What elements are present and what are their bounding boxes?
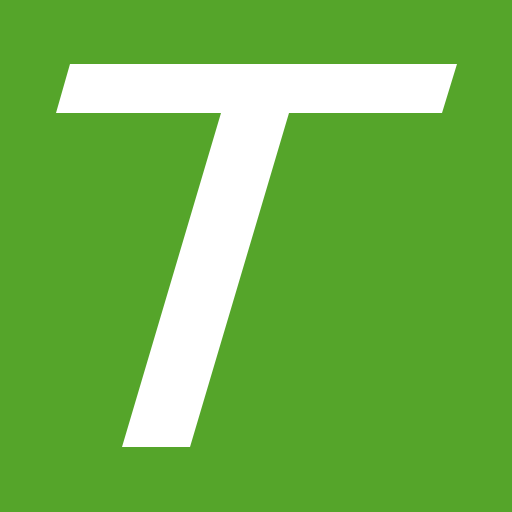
letter-t-logo-icon [0, 0, 512, 512]
app-icon-tile [0, 0, 512, 512]
